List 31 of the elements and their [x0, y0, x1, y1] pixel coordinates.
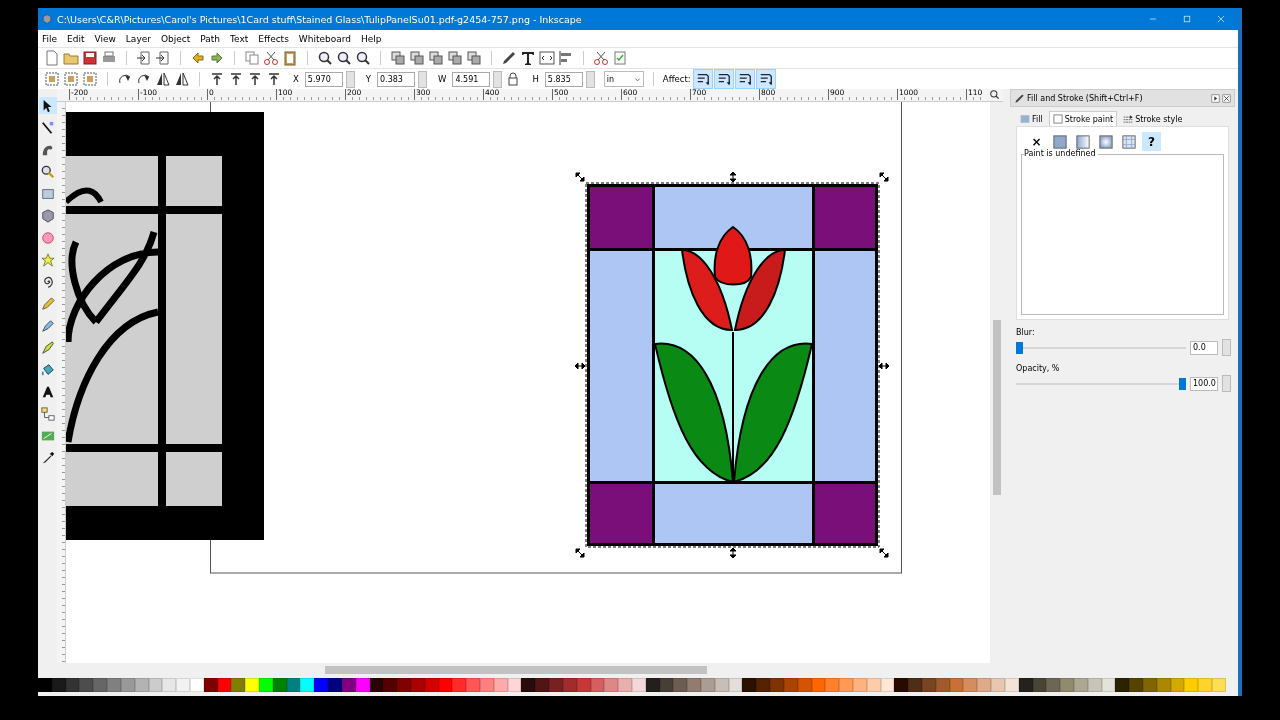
tab[interactable]: Stroke paint	[1048, 111, 1118, 126]
menu-item[interactable]: Object	[156, 33, 197, 44]
field-label: W	[438, 74, 447, 84]
paint-mode-button[interactable]: ?	[1142, 132, 1161, 151]
number-field[interactable]: 5.835	[544, 71, 583, 87]
field-label: H	[532, 74, 539, 84]
dialog-title: Fill and Stroke (Shift+Ctrl+F)	[1027, 93, 1144, 103]
number-field[interactable]: 4.591	[452, 71, 491, 87]
menu-item[interactable]: Effects	[254, 33, 295, 44]
menu-item[interactable]: Whiteboard	[294, 33, 357, 44]
field-label: Y	[365, 74, 372, 84]
menu-item[interactable]: View	[90, 33, 122, 44]
number-field[interactable]: 100.0	[1190, 376, 1218, 391]
menu-item[interactable]: Layer	[121, 33, 157, 44]
field-label: X	[293, 74, 299, 84]
number-field[interactable]: 5.970	[304, 71, 343, 87]
slider-label: Opacity, %	[1016, 364, 1061, 373]
tab[interactable]: Stroke style	[1119, 111, 1187, 126]
menu-item[interactable]: Help	[357, 33, 388, 44]
number-field[interactable]: 0.0	[1190, 340, 1218, 355]
frame-label: Paint is undefined	[1024, 149, 1098, 158]
menu-item[interactable]: Text	[226, 33, 255, 44]
unit-dropdown[interactable]: in	[603, 71, 644, 87]
window-title: C:\Users\C&R\Pictures\Carol's Pictures\1Card stuff\Stained Glass\TulipPanelSu01.pdf-g2454-757.png - Inkscape	[57, 13, 583, 25]
menu-item[interactable]: File	[38, 33, 64, 44]
menu-item[interactable]: Path	[196, 33, 227, 44]
slider-label: Blur:	[1016, 328, 1036, 337]
affect-label: Affect:	[662, 74, 691, 84]
tab[interactable]: Fill	[1016, 111, 1047, 126]
number-field[interactable]: 0.383	[377, 71, 416, 87]
menu-item[interactable]: Edit	[63, 33, 91, 44]
